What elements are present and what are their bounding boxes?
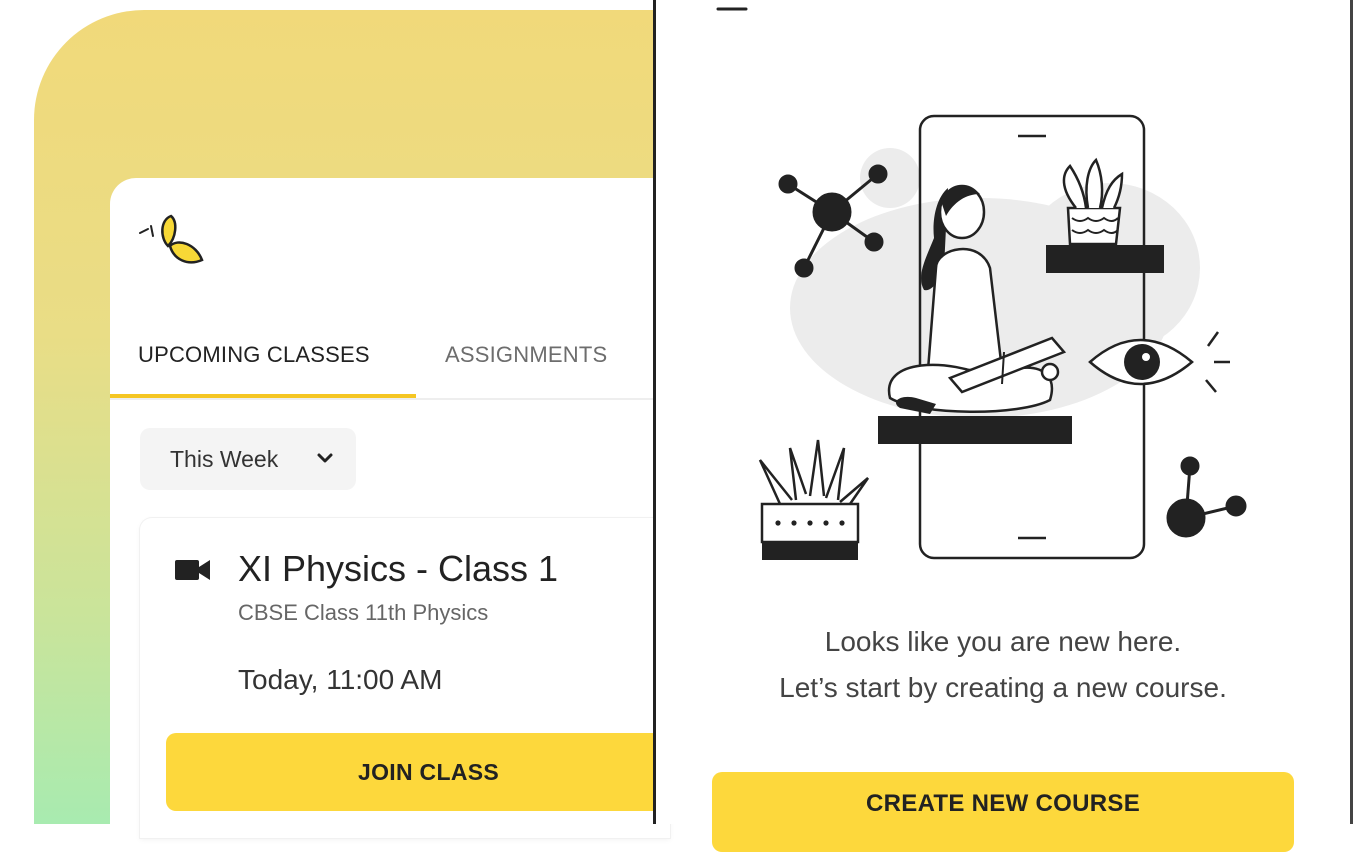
active-tab-indicator [110,394,416,398]
new-user-illustration [758,114,1247,560]
tab-upcoming-classes[interactable]: UPCOMING CLASSES [138,342,370,368]
class-course-name: CBSE Class 11th Physics [238,600,489,625]
chevron-down-icon [317,453,333,463]
week-filter-label: This Week [170,445,279,472]
tab-assignments[interactable]: ASSIGNMENTS [445,342,607,368]
class-time: Today, 11:00 AM [238,664,443,695]
video-camera-icon [175,560,210,580]
week-filter-dropdown[interactable]: This Week [140,428,356,490]
tab-bar: UPCOMING CLASSES ASSIGNMENTS [110,330,655,400]
molecule-small-icon [1166,456,1247,538]
create-new-course-button[interactable]: CREATE NEW COURSE [712,772,1294,852]
join-class-button[interactable]: JOIN CLASS [166,733,671,811]
empty-state-message-line1: Looks like you are new here. [824,626,1182,657]
class-title: XI Physics - Class 1 [238,548,559,589]
empty-state-message-line2: Let’s start by creating a new course. [779,672,1227,703]
leaf-logo-icon [139,214,204,264]
top-dash-mark [716,7,748,11]
potted-plant-icon [758,439,870,560]
